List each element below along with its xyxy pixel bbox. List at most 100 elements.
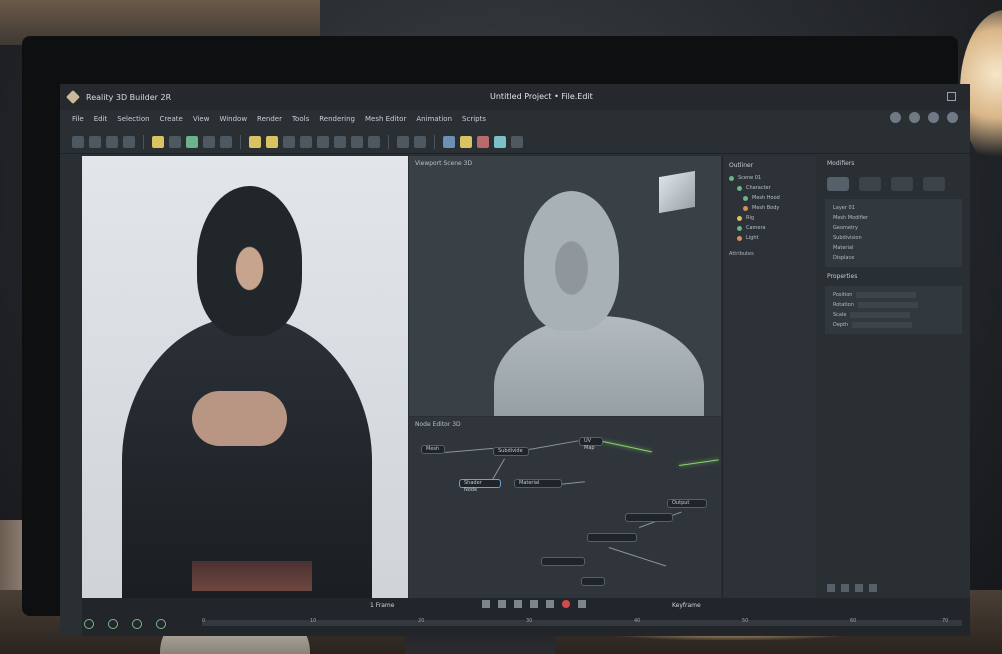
remove-icon[interactable]	[841, 584, 849, 592]
rotate-tool-icon[interactable]	[106, 135, 118, 148]
node-extra[interactable]	[581, 577, 605, 586]
viewport-render[interactable]	[82, 156, 408, 598]
save-tool-icon[interactable]	[334, 135, 346, 148]
light-tool-icon[interactable]	[152, 135, 164, 148]
layer-tool-icon[interactable]	[249, 135, 261, 148]
record-icon[interactable]	[562, 600, 570, 608]
material-tool-icon[interactable]	[220, 135, 232, 148]
record-tool-icon[interactable]	[477, 135, 489, 148]
property-field[interactable]: Depth	[825, 320, 962, 330]
preview-tool-icon[interactable]	[494, 135, 506, 148]
node-output[interactable]: Output	[667, 499, 707, 508]
maximize-icon[interactable]	[947, 92, 956, 101]
move-tool-icon[interactable]	[89, 135, 101, 148]
modifier-row[interactable]: Geometry	[825, 223, 962, 233]
menu-render[interactable]: Render	[257, 115, 282, 123]
menu-animation[interactable]: Animation	[416, 115, 452, 123]
menu-selection[interactable]: Selection	[117, 115, 149, 123]
assets-dock-icon[interactable]	[132, 619, 142, 629]
menu-edit[interactable]: Edit	[94, 115, 108, 123]
timeline-tick: 10	[310, 618, 317, 624]
modifier-row[interactable]: Mesh Modifier	[825, 213, 962, 223]
duplicate-icon[interactable]	[855, 584, 863, 592]
tree-item[interactable]: Camera	[723, 223, 816, 233]
tree-item[interactable]: Mesh Hood	[723, 193, 816, 203]
menu-tools[interactable]: Tools	[292, 115, 309, 123]
prev-frame-icon[interactable]	[498, 600, 506, 608]
menu-create[interactable]: Create	[160, 115, 183, 123]
character-body	[122, 316, 372, 598]
view-cube-icon[interactable]	[659, 170, 695, 214]
modifier-row[interactable]: Material	[825, 243, 962, 253]
copy-tool-icon[interactable]	[351, 135, 363, 148]
paste-tool-icon[interactable]	[368, 135, 380, 148]
grid-tool-icon[interactable]	[283, 135, 295, 148]
loop-icon[interactable]	[578, 600, 586, 608]
field-value[interactable]	[856, 292, 917, 298]
render-tool-icon[interactable]	[460, 135, 472, 148]
delete-icon[interactable]	[869, 584, 877, 592]
tree-item[interactable]: Light	[723, 233, 816, 243]
menu-window[interactable]: Window	[219, 115, 247, 123]
tree-item[interactable]: Character	[723, 183, 816, 193]
tree-item[interactable]: Scene 01	[723, 173, 816, 183]
node-extra[interactable]	[541, 557, 585, 566]
menu-file[interactable]: File	[72, 115, 84, 123]
modifier-row[interactable]: Layer 01	[825, 203, 962, 213]
field-value[interactable]	[850, 312, 911, 318]
export-tool-icon[interactable]	[443, 135, 455, 148]
node-extra[interactable]	[587, 533, 637, 542]
tab-physics[interactable]	[891, 177, 913, 191]
modifier-row[interactable]: Subdivision	[825, 233, 962, 243]
tab-render[interactable]	[923, 177, 945, 191]
menu-view[interactable]: View	[193, 115, 210, 123]
next-frame-icon[interactable]	[546, 600, 554, 608]
frame-tool-icon[interactable]	[300, 135, 312, 148]
pause-icon[interactable]	[530, 600, 538, 608]
modifier-label: Geometry	[833, 225, 858, 231]
play-icon[interactable]	[514, 600, 522, 608]
field-value[interactable]	[857, 302, 918, 308]
library-dock-icon[interactable]	[156, 619, 166, 629]
node-editor[interactable]: Node Editor 3D Mesh Subdivide UV Map Sha…	[409, 417, 721, 598]
scene-dock-icon[interactable]	[84, 619, 94, 629]
skip-start-icon[interactable]	[482, 600, 490, 608]
property-field[interactable]: Rotation	[825, 300, 962, 310]
node-subdivide[interactable]: Subdivide	[493, 447, 529, 456]
node-material[interactable]: Material	[514, 479, 562, 488]
folder-tool-icon[interactable]	[317, 135, 329, 148]
layers-dock-icon[interactable]	[108, 619, 118, 629]
timeline[interactable]: 1 Frame Keyframe 0 10 20 30 40 50 60 70	[82, 598, 970, 636]
tab-material[interactable]	[859, 177, 881, 191]
property-field[interactable]: Scale	[825, 310, 962, 320]
document-tool-icon[interactable]	[511, 135, 523, 148]
tree-item[interactable]: Rig	[723, 213, 816, 223]
app-window: Reality 3D Builder 2R Untitled Project •…	[60, 84, 970, 636]
menu-mesh-editor[interactable]: Mesh Editor	[365, 115, 406, 123]
tab-modifiers[interactable]	[827, 177, 849, 191]
settings-icon[interactable]	[909, 112, 920, 123]
share-icon[interactable]	[890, 112, 901, 123]
camera-tool-icon[interactable]	[169, 135, 181, 148]
redo-tool-icon[interactable]	[414, 135, 426, 148]
undo-tool-icon[interactable]	[397, 135, 409, 148]
scale-tool-icon[interactable]	[123, 135, 135, 148]
node-shader[interactable]: Shader Node	[459, 479, 501, 493]
node-uv-map[interactable]: UV Map	[579, 437, 603, 451]
node-blend[interactable]	[625, 513, 673, 522]
viewport-3d[interactable]: Viewport Scene 3D	[409, 156, 721, 416]
menu-rendering[interactable]: Rendering	[319, 115, 355, 123]
select-tool-icon[interactable]	[72, 135, 84, 148]
field-value[interactable]	[852, 322, 913, 328]
add-icon[interactable]	[827, 584, 835, 592]
mesh-tool-icon[interactable]	[186, 135, 198, 148]
node-mesh[interactable]: Mesh	[421, 445, 445, 454]
menu-scripts[interactable]: Scripts	[462, 115, 486, 123]
property-field[interactable]: Position	[825, 290, 962, 300]
group-tool-icon[interactable]	[266, 135, 278, 148]
tree-item[interactable]: Mesh Body	[723, 203, 816, 213]
snap-tool-icon[interactable]	[203, 135, 215, 148]
user-avatar-icon[interactable]	[947, 112, 958, 123]
modifier-row[interactable]: Displace	[825, 253, 962, 263]
help-icon[interactable]	[928, 112, 939, 123]
